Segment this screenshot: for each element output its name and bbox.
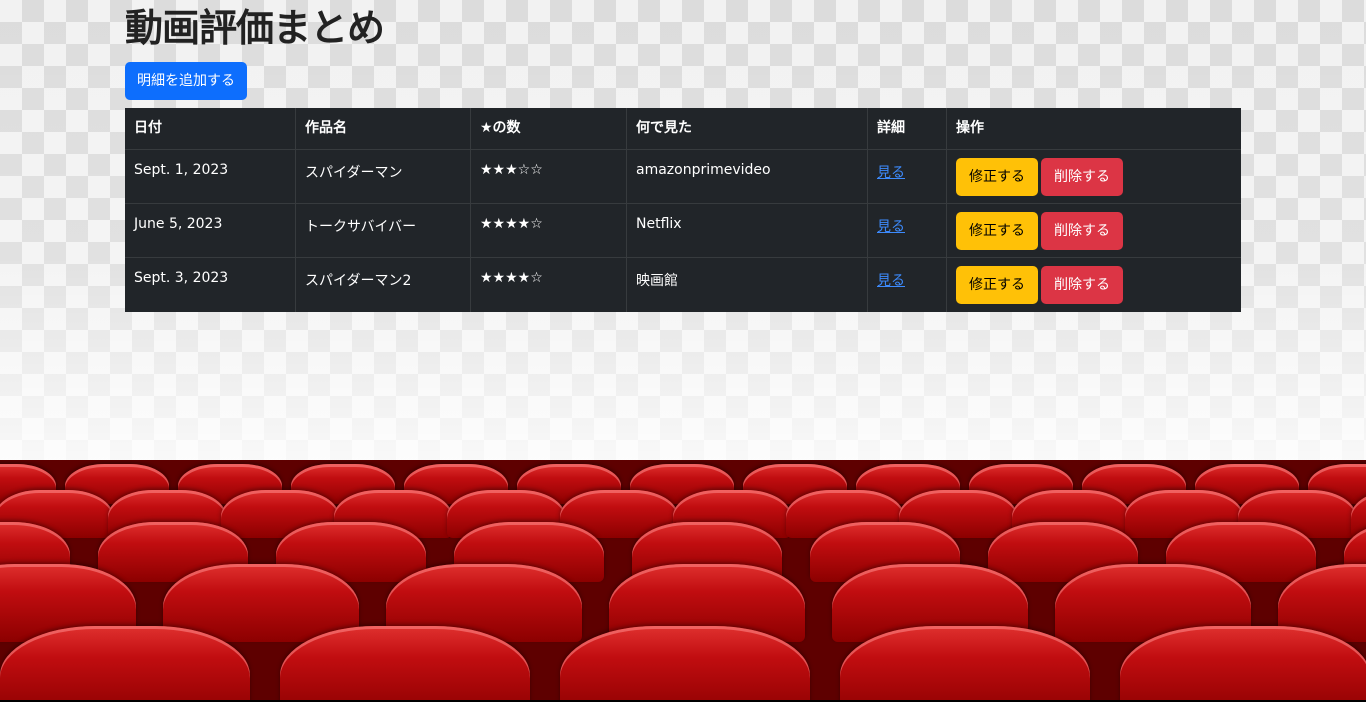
- cell-title: スパイダーマン2: [295, 257, 471, 312]
- table-row: Sept. 1, 2023 スパイダーマン ★★★☆☆ amazonprimev…: [125, 149, 1241, 204]
- cell-detail: 見る: [867, 257, 947, 312]
- page-title: 動画評価まとめ: [125, 6, 385, 50]
- edit-button[interactable]: 修正する: [956, 158, 1038, 196]
- seat: [280, 626, 530, 702]
- delete-button[interactable]: 削除する: [1041, 212, 1123, 250]
- cell-detail: 見る: [867, 149, 947, 204]
- delete-button[interactable]: 削除する: [1041, 158, 1123, 196]
- review-table: 日付 作品名 ★の数 何で見た 詳細 操作 Sept. 1, 2023 スパイダ…: [125, 108, 1241, 312]
- seat: [1120, 626, 1366, 702]
- cell-title: トークサバイバー: [295, 203, 471, 258]
- cell-where: amazonprimevideo: [626, 149, 868, 204]
- cell-date: Sept. 1, 2023: [125, 149, 296, 204]
- seat: [0, 626, 250, 702]
- edit-button[interactable]: 修正する: [956, 212, 1038, 250]
- cell-actions: 修正する 削除する: [946, 257, 1241, 312]
- seat: [560, 626, 810, 702]
- header-date: 日付: [125, 108, 296, 150]
- table-row: June 5, 2023 トークサバイバー ★★★★☆ Netflix 見る 修…: [125, 203, 1241, 258]
- edit-button[interactable]: 修正する: [956, 266, 1038, 304]
- header-title: 作品名: [295, 108, 471, 150]
- cell-actions: 修正する 削除する: [946, 149, 1241, 204]
- theater-seats-image: [0, 460, 1366, 702]
- cell-date: June 5, 2023: [125, 203, 296, 258]
- header-where: 何で見た: [626, 108, 868, 150]
- detail-link[interactable]: 見る: [877, 165, 905, 181]
- main-container: 動画評価まとめ 明細を追加する 日付 作品名 ★の数 何で見た 詳細 操作 Se…: [125, 0, 1241, 312]
- seat: [840, 626, 1090, 702]
- table-header-row: 日付 作品名 ★の数 何で見た 詳細 操作: [125, 108, 1241, 150]
- cell-title: スパイダーマン: [295, 149, 471, 204]
- header-detail: 詳細: [867, 108, 947, 150]
- detail-link[interactable]: 見る: [877, 219, 905, 235]
- cell-detail: 見る: [867, 203, 947, 258]
- cell-where: 映画館: [626, 257, 868, 312]
- cell-stars: ★★★★☆: [470, 203, 627, 258]
- header-actions: 操作: [946, 108, 1241, 150]
- cell-date: Sept. 3, 2023: [134, 270, 229, 286]
- table-row: Sept. 3, 2023 スパイダーマン2 ★★★★☆ 映画館 見る 修正する…: [125, 257, 1241, 312]
- detail-link[interactable]: 見る: [877, 273, 905, 289]
- cell-where: Netflix: [626, 203, 868, 258]
- add-item-button[interactable]: 明細を追加する: [125, 62, 247, 100]
- delete-button[interactable]: 削除する: [1041, 266, 1123, 304]
- cell-stars: ★★★★☆: [470, 257, 627, 312]
- cell-actions: 修正する 削除する: [946, 203, 1241, 258]
- header-stars: ★の数: [470, 108, 627, 150]
- cell-stars: ★★★☆☆: [470, 149, 627, 204]
